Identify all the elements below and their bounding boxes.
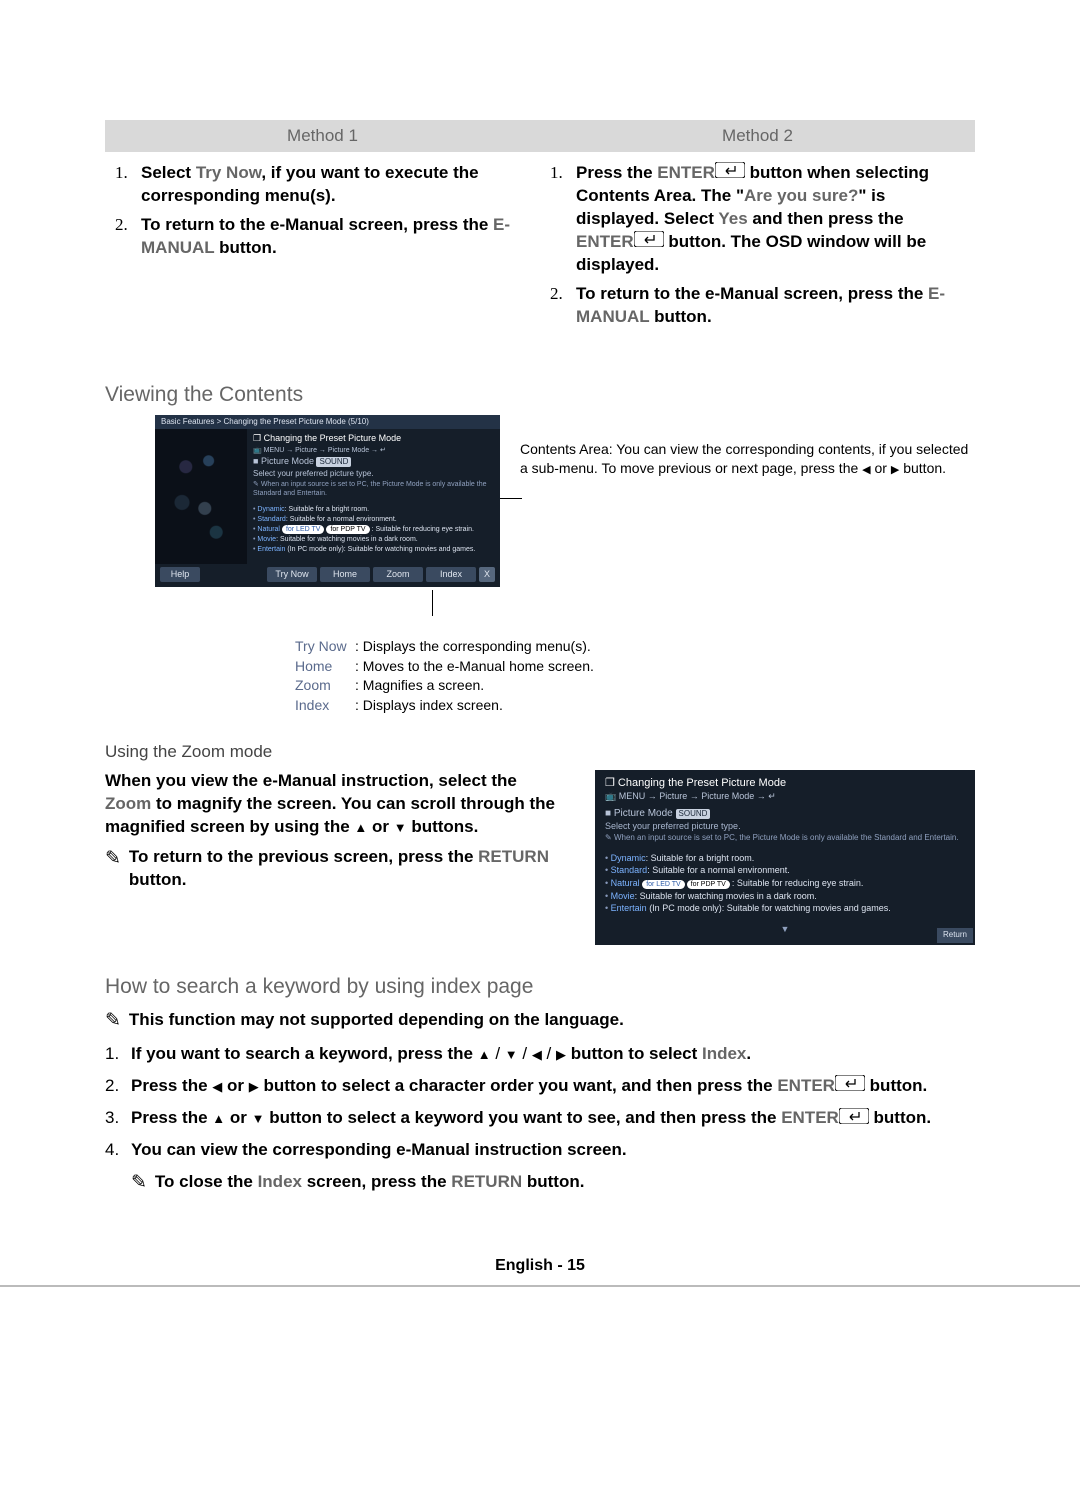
method1-header: Method 1 xyxy=(105,120,540,152)
page-footer: English - 15 xyxy=(105,1257,975,1275)
method1-step2: To return to the e-Manual screen, press … xyxy=(141,214,530,260)
zoom-button[interactable]: Zoom xyxy=(373,567,423,583)
up-arrow-icon: ▲ xyxy=(354,820,367,835)
screenshot-toolbar: Help Try Now Home Zoom Index X xyxy=(155,564,500,588)
enter-icon xyxy=(835,1073,865,1099)
note-icon: ✎ xyxy=(105,1007,121,1036)
search-keyword-title: How to search a keyword by using index p… xyxy=(105,975,975,999)
breadcrumb: Basic Features > Changing the Preset Pic… xyxy=(155,415,500,429)
viewing-contents-title: Viewing the Contents xyxy=(105,383,975,407)
help-button[interactable]: Help xyxy=(160,567,200,583)
step-number: 2. xyxy=(115,214,141,237)
zoom-screenshot: ❐ Changing the Preset Picture Mode 📺 MEN… xyxy=(595,770,975,945)
step-number: 1. xyxy=(550,162,576,185)
try-now-button[interactable]: Try Now xyxy=(267,567,317,583)
toolbar-legend: Try Now: Displays the corresponding menu… xyxy=(295,637,975,715)
return-button[interactable]: Return xyxy=(937,928,973,942)
zoom-description: When you view the e-Manual instruction, … xyxy=(105,770,565,893)
search-step1: If you want to search a keyword, press t… xyxy=(131,1041,751,1067)
search-note: This function may not supported dependin… xyxy=(129,1007,624,1036)
left-arrow-icon: ◀ xyxy=(862,464,870,476)
method1-step1: Select Try Now, if you want to execute t… xyxy=(141,162,530,208)
method2-step2: To return to the e-Manual screen, press … xyxy=(576,283,965,329)
methods-table: Method 1 1. Select Try Now, if you want … xyxy=(105,120,975,353)
note-icon: ✎ xyxy=(131,1169,147,1198)
emanual-screenshot: Basic Features > Changing the Preset Pic… xyxy=(155,415,500,588)
index-button[interactable]: Index xyxy=(426,567,476,583)
enter-icon xyxy=(715,162,745,185)
enter-icon xyxy=(634,231,664,254)
contents-area-description: Contents Area: You can view the correspo… xyxy=(520,415,975,478)
enter-icon xyxy=(839,1106,869,1132)
close-button[interactable]: X xyxy=(479,567,495,583)
down-arrow-icon: ▼ xyxy=(394,820,407,835)
callout-line xyxy=(432,590,433,616)
search-step2: Press the ◀ or ▶ button to select a char… xyxy=(131,1073,927,1099)
zoom-mode-title: Using the Zoom mode xyxy=(105,742,975,762)
search-step3: Press the ▲ or ▼ button to select a keyw… xyxy=(131,1105,931,1131)
callout-line xyxy=(500,498,522,499)
step-number: 2. xyxy=(550,283,576,306)
method2-step1: Press the ENTER button when selecting Co… xyxy=(576,162,965,277)
search-close-note: To close the Index screen, press the RET… xyxy=(155,1169,585,1198)
note-icon: ✎ xyxy=(105,846,121,892)
step-number: 1. xyxy=(115,162,141,185)
screenshot-thumbnail xyxy=(155,429,247,564)
footer-rule xyxy=(0,1285,1080,1287)
home-button[interactable]: Home xyxy=(320,567,370,583)
method2-header: Method 2 xyxy=(540,120,975,152)
search-step4: You can view the corresponding e-Manual … xyxy=(131,1137,627,1163)
